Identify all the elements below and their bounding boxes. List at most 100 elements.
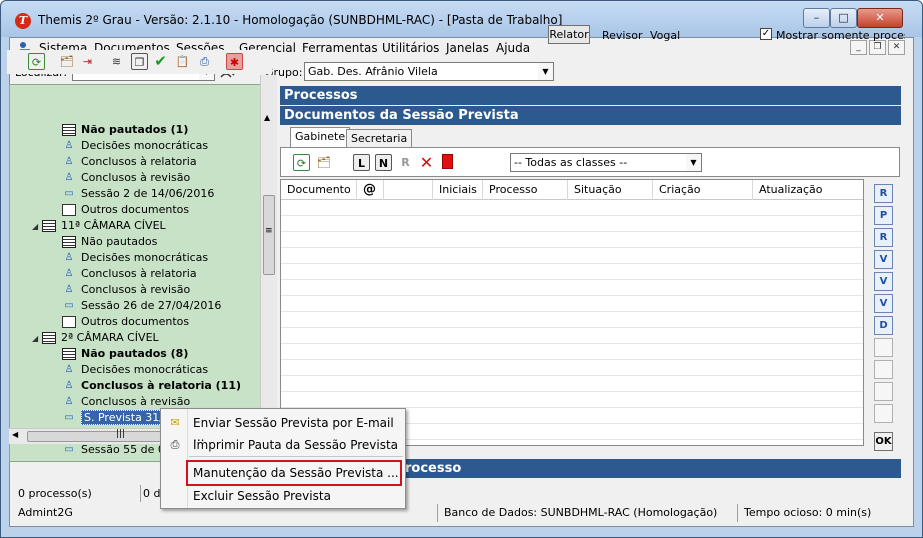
side-action-button[interactable] — [874, 382, 893, 401]
tree-item[interactable]: ♙ Decisões monocráticas — [62, 138, 209, 154]
refresh-icon[interactable]: ⟳ — [293, 154, 310, 171]
side-action-button[interactable]: P — [874, 206, 893, 225]
context-menu: ✉ Enviar Sessão Prevista por E-mail ... … — [160, 408, 406, 509]
tree-item[interactable]: Outros documentos — [62, 314, 189, 330]
tree-item-label: Não pautados — [81, 235, 158, 248]
side-action-button[interactable]: R — [874, 184, 893, 203]
column-criacao[interactable]: Criação — [653, 180, 753, 200]
toggle-r-button[interactable]: R — [397, 154, 414, 171]
status-idle: Tempo ocioso: 0 min(s) — [744, 506, 872, 519]
tree-item-label: Conclusos à relatoria — [81, 267, 197, 280]
grupo-combo[interactable]: Gab. Des. Afrânio Vilela ▼ — [304, 62, 554, 81]
column-documento[interactable]: Documento — [281, 180, 357, 200]
tree-item[interactable]: ♙ Conclusos à revisão — [62, 282, 191, 298]
menu-excluir[interactable]: Excluir Sessão Prevista — [193, 489, 331, 503]
export-icon[interactable]: ⇥ — [79, 53, 96, 70]
tree-item-label: Conclusos à relatoria — [81, 155, 197, 168]
maximize-button[interactable]: □ — [830, 8, 857, 28]
menu-ajuda[interactable]: Ajuda — [496, 41, 530, 55]
scroll-left-icon[interactable]: ◀ — [12, 430, 18, 439]
relator-button[interactable]: Relator — [548, 25, 590, 44]
tree-item-label: 2ª CÂMARA CÍVEL — [61, 331, 159, 344]
menu-utilitarios[interactable]: Utilitários — [382, 41, 439, 55]
tree-item[interactable]: ♙ Conclusos à relatoria — [62, 154, 197, 170]
status-second: 0 d — [143, 487, 161, 500]
mdi-restore-button[interactable]: ❐ — [869, 40, 886, 55]
document-icon — [62, 204, 76, 216]
column-email[interactable]: @ — [357, 180, 384, 200]
printer-icon[interactable]: ⎙ — [196, 53, 213, 70]
tree-item[interactable]: Outros documentos — [62, 202, 189, 218]
side-action-button[interactable]: V — [874, 250, 893, 269]
tree-item[interactable]: ◢ 2ª CÂMARA CÍVEL — [32, 330, 159, 346]
tree-item[interactable]: ♙ Conclusos à relatoria (11) — [62, 378, 242, 394]
cancel-icon[interactable]: ✱ — [226, 53, 243, 70]
delete-icon[interactable]: ✕ — [418, 154, 435, 171]
tree-item[interactable]: ▭ Sessão 40 de 1 — [62, 458, 165, 461]
red-flag-icon[interactable] — [439, 154, 456, 171]
checkmark-icon[interactable]: ✔ — [152, 53, 169, 70]
side-action-button[interactable]: R — [874, 228, 893, 247]
side-action-button[interactable]: V — [874, 272, 893, 291]
menu-imprimir-pauta[interactable]: Imprimir Pauta da Sessão Prevista — [193, 438, 398, 452]
menu-janelas[interactable]: Janelas — [446, 41, 489, 55]
scroll-thumb[interactable]: ≡ — [263, 195, 275, 275]
tree-item[interactable]: ▭ Sessão 26 de 27/04/2016 — [62, 298, 221, 314]
tree-item[interactable]: Não pautados — [62, 234, 157, 250]
tree-item[interactable]: Não pautados (1) — [62, 122, 188, 138]
tab-gabinete[interactable]: Gabinete — [290, 127, 351, 148]
person-icon: ♙ — [64, 156, 74, 167]
column-situacao[interactable]: Situação — [568, 180, 653, 200]
minimize-button[interactable]: – — [803, 8, 830, 28]
copy-icon[interactable]: ❐ — [131, 53, 148, 70]
ok-button[interactable]: OK — [874, 432, 893, 451]
folder-tree-icon[interactable]: 🗂 — [58, 53, 75, 70]
refresh-icon[interactable]: ⟳ — [28, 53, 45, 70]
stack-icon[interactable]: ≋ — [108, 53, 125, 70]
menu-manutencao[interactable]: Manutenção da Sessão Prevista ... — [193, 466, 399, 480]
tree-item[interactable]: ♙ Decisões monocráticas — [62, 362, 209, 378]
expand-toggle-icon[interactable]: ◢ — [32, 219, 42, 235]
tree-item[interactable]: ♙ Conclusos à revisão — [62, 170, 191, 186]
toggle-l-button[interactable]: L — [353, 154, 370, 171]
tree-item[interactable]: ♙ Decisões monocráticas — [62, 250, 209, 266]
person-icon: ♙ — [64, 284, 74, 295]
column-processo[interactable]: Processo — [483, 180, 568, 200]
classes-filter-select[interactable]: -- Todas as classes -- ▼ — [510, 153, 702, 172]
side-action-button[interactable]: D — [874, 316, 893, 335]
side-action-button[interactable] — [874, 338, 893, 357]
calendar-icon: ▭ — [64, 444, 74, 455]
tree-vertical-scrollbar[interactable]: ▲ ≡ — [260, 75, 277, 465]
mdi-minimize-button[interactable]: _ — [850, 40, 867, 55]
tree-item[interactable]: ▭ Sessão 2 de 14/06/2016 — [62, 186, 214, 202]
scroll-up-icon[interactable]: ▲ — [264, 113, 270, 122]
person-icon: ♙ — [64, 364, 74, 375]
expand-toggle-icon[interactable]: ◢ — [32, 331, 42, 347]
chevron-down-icon[interactable]: ▼ — [686, 154, 701, 171]
vogal-option[interactable]: Vogal — [650, 29, 680, 42]
mdi-close-button[interactable]: ✕ — [888, 40, 905, 55]
tab-secretaria[interactable]: Secretaria — [346, 129, 413, 149]
tree-item[interactable]: Não pautados (8) — [62, 346, 188, 362]
revisor-option[interactable]: Revisor — [602, 29, 642, 42]
toggle-n-button[interactable]: N — [375, 154, 392, 171]
tree-item[interactable]: ▭ Sessão 55 de 09 — [62, 442, 172, 458]
tree-item[interactable]: ◢ 11ª CÂMARA CÍVEL — [32, 218, 166, 234]
side-action-button[interactable] — [874, 360, 893, 379]
tree-item-label: Decisões monocráticas — [81, 251, 209, 264]
menu-ferramentas[interactable]: Ferramentas — [302, 41, 378, 55]
column-blank[interactable] — [384, 180, 433, 200]
tree-item-label: 11ª CÂMARA CÍVEL — [61, 219, 166, 232]
column-iniciais[interactable]: Iniciais — [433, 180, 483, 200]
tree-item[interactable]: ♙ Conclusos à relatoria — [62, 266, 197, 282]
chevron-down-icon[interactable]: ▼ — [538, 63, 553, 80]
clipboard-icon[interactable]: 📋 — [174, 53, 191, 70]
folder-tree-icon[interactable]: 🗂 — [315, 154, 332, 171]
window-title: Themis 2º Grau - Versão: 2.1.10 - Homolo… — [38, 13, 563, 27]
column-atualizacao[interactable]: Atualização — [753, 180, 863, 200]
side-action-button[interactable] — [874, 404, 893, 423]
close-button[interactable]: ✕ — [857, 8, 903, 28]
mostrar-somente-checkbox[interactable]: ✓ — [760, 28, 772, 40]
envelope-icon: ✉ — [170, 416, 180, 429]
side-action-button[interactable]: V — [874, 294, 893, 313]
